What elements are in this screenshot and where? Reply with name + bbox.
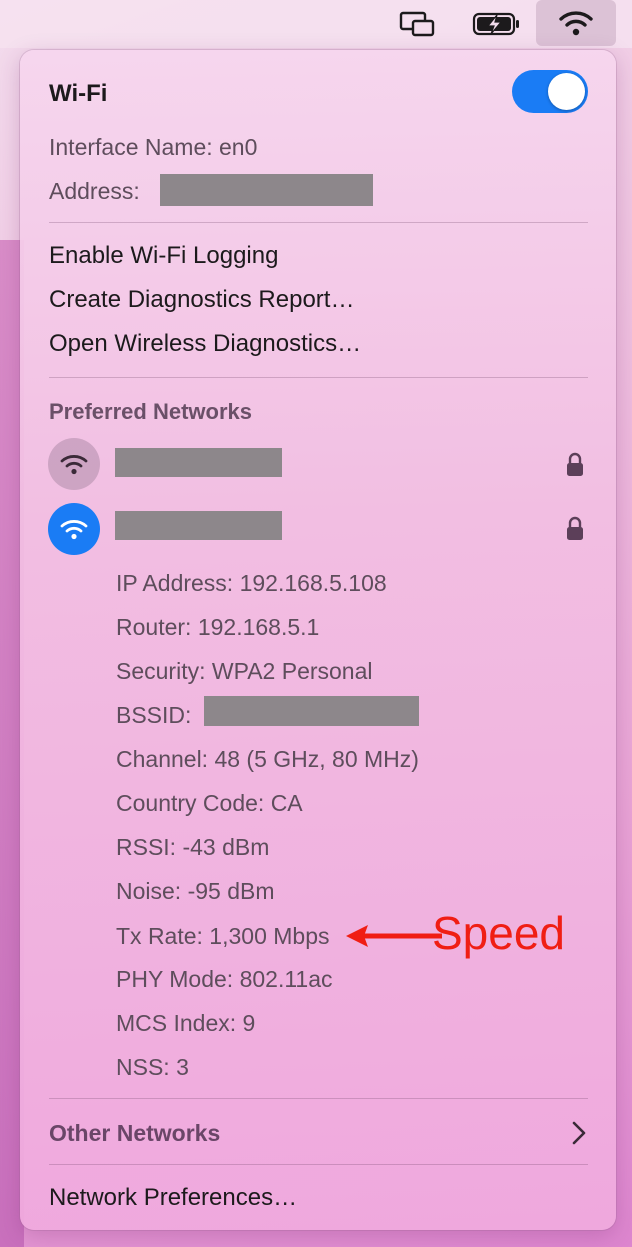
- redacted-bssid: [204, 696, 419, 726]
- screen-mirroring-icon[interactable]: [396, 6, 440, 42]
- redacted-network-name[interactable]: [115, 448, 282, 477]
- annotation-arrow-icon: [344, 923, 444, 954]
- phy-mode: PHY Mode: 802.11ac: [116, 966, 333, 992]
- wifi-title: Wi-Fi: [49, 80, 108, 107]
- redacted-address: [160, 174, 373, 206]
- nss: NSS: 3: [116, 1054, 189, 1080]
- divider: [49, 1164, 588, 1165]
- wifi-toggle[interactable]: [512, 70, 588, 113]
- lock-icon: [565, 516, 585, 547]
- divider: [49, 1098, 588, 1099]
- divider: [49, 222, 588, 223]
- network-wifi-icon[interactable]: [48, 438, 100, 490]
- mcs-index: MCS Index: 9: [116, 1010, 256, 1036]
- speed-annotation-label: Speed: [432, 907, 566, 959]
- toggle-knob: [548, 73, 585, 110]
- rssi: RSSI: -43 dBm: [116, 834, 270, 860]
- noise: Noise: -95 dBm: [116, 878, 275, 904]
- interface-name: Interface Name: en0: [49, 134, 258, 160]
- ip-address: IP Address: 192.168.5.108: [116, 570, 387, 596]
- connected-network-wifi-icon[interactable]: [48, 503, 100, 555]
- lock-icon: [565, 452, 585, 483]
- country-code: Country Code: CA: [116, 790, 303, 816]
- open-wireless-diagnostics-item[interactable]: Open Wireless Diagnostics…: [49, 330, 361, 358]
- create-diagnostics-report-item[interactable]: Create Diagnostics Report…: [49, 286, 354, 314]
- preferred-networks-label: Preferred Networks: [49, 399, 252, 424]
- security: Security: WPA2 Personal: [116, 658, 373, 684]
- wifi-menu-icon[interactable]: [536, 0, 616, 46]
- address-label: Address:: [49, 178, 140, 204]
- wifi-menu-panel: Wi-Fi Interface Name: en0 Address: Enabl…: [20, 50, 616, 1230]
- bssid-label: BSSID:: [116, 702, 192, 728]
- network-preferences-item[interactable]: Network Preferences…: [49, 1184, 297, 1212]
- channel: Channel: 48 (5 GHz, 80 MHz): [116, 746, 419, 772]
- chevron-right-icon[interactable]: [570, 1120, 588, 1151]
- menu-bar: [0, 0, 632, 48]
- other-networks-item[interactable]: Other Networks: [49, 1120, 220, 1147]
- enable-wifi-logging-item[interactable]: Enable Wi-Fi Logging: [49, 242, 278, 270]
- router: Router: 192.168.5.1: [116, 614, 320, 640]
- tx-rate: Tx Rate: 1,300 Mbps: [116, 923, 330, 949]
- divider: [49, 377, 588, 378]
- redacted-connected-network-name[interactable]: [115, 511, 282, 540]
- battery-charging-icon[interactable]: [470, 6, 524, 42]
